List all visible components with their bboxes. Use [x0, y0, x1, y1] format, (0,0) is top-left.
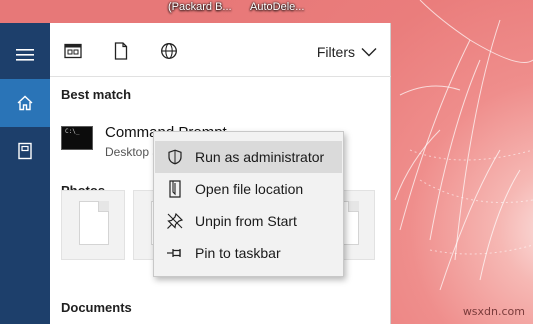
filters-label: Filters [316, 44, 355, 60]
menu-item-unpin-from-start[interactable]: Unpin from Start [155, 205, 342, 237]
desktop-shortcut-label[interactable]: (Packard B... [168, 1, 232, 13]
file-location-icon [166, 180, 184, 198]
shield-icon [166, 148, 184, 166]
command-prompt-icon: C:\_ [61, 126, 93, 150]
menu-item-label: Run as administrator [195, 149, 325, 165]
best-match-heading: Best match [61, 87, 132, 102]
notebook-icon [18, 142, 32, 160]
web-filter-button[interactable] [158, 40, 180, 62]
menu-item-label: Pin to taskbar [195, 245, 281, 261]
menu-item-pin-to-taskbar[interactable]: Pin to taskbar [155, 237, 342, 269]
web-filter-icon [161, 43, 177, 59]
notebook-button[interactable] [0, 127, 50, 175]
hamburger-menu-button[interactable] [0, 31, 50, 79]
apps-filter-button[interactable] [62, 40, 84, 62]
start-left-rail [0, 23, 50, 324]
file-placeholder-icon [79, 201, 109, 245]
menu-item-run-as-administrator[interactable]: Run as administrator [155, 141, 342, 173]
filter-toolbar: Filters [50, 23, 391, 77]
pin-icon [166, 244, 184, 262]
documents-filter-icon [114, 42, 128, 60]
home-button[interactable] [0, 79, 50, 127]
home-icon [17, 95, 33, 111]
chevron-down-icon [361, 48, 377, 57]
photo-result-thumbnail[interactable] [61, 190, 125, 260]
documents-filter-button[interactable] [110, 40, 132, 62]
desktop-shortcut-label[interactable]: AutoDele... [250, 1, 304, 13]
menu-item-label: Unpin from Start [195, 213, 297, 229]
menu-item-open-file-location[interactable]: Open file location [155, 173, 342, 205]
documents-heading: Documents [61, 300, 132, 315]
menu-item-label: Open file location [195, 181, 304, 197]
filters-dropdown[interactable]: Filters [317, 44, 377, 60]
unpin-icon [166, 212, 184, 230]
watermark: wsxdn.com [462, 305, 525, 318]
hamburger-menu-icon [16, 49, 34, 61]
context-menu: Run as administrator Open file location … [153, 131, 344, 277]
apps-filter-icon [64, 43, 82, 59]
